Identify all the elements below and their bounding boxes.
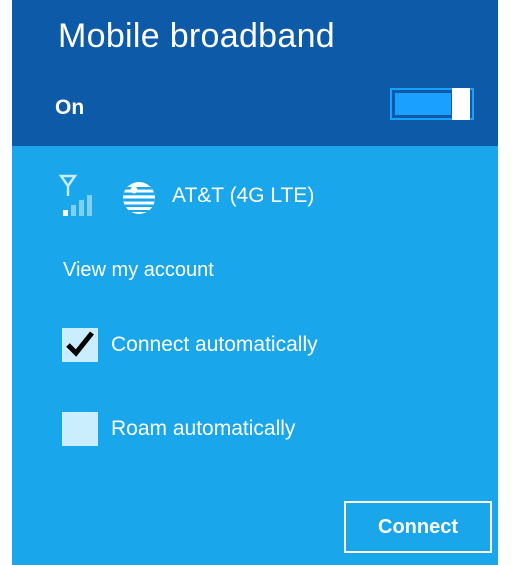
panel-title: Mobile broadband <box>58 17 335 55</box>
cellular-signal-icon <box>57 174 107 223</box>
view-my-account-link[interactable]: View my account <box>63 256 214 284</box>
panel-header: Mobile broadband On <box>12 0 498 146</box>
mobile-broadband-panel: Mobile broadband On AT&T (4G LTE) View m… <box>12 0 498 565</box>
roam-automatically-checkbox[interactable] <box>62 412 98 446</box>
signal-bar <box>87 195 92 216</box>
connect-automatically-checkbox[interactable] <box>62 328 98 362</box>
network-name: AT&T (4G LTE) <box>172 184 315 207</box>
att-globe-icon <box>120 180 158 221</box>
network-item[interactable]: AT&T (4G LTE) <box>57 172 417 218</box>
checkmark-icon <box>66 331 94 357</box>
signal-bar <box>71 205 76 216</box>
roam-automatically-option[interactable]: Roam automatically <box>62 412 422 448</box>
signal-bar <box>79 200 84 216</box>
signal-bar <box>63 210 68 216</box>
panel-body: AT&T (4G LTE) View my account Connect au… <box>12 146 498 565</box>
connect-automatically-option[interactable]: Connect automatically <box>62 328 422 364</box>
roam-automatically-label: Roam automatically <box>111 417 296 440</box>
toggle-thumb[interactable] <box>452 88 470 120</box>
connect-button[interactable]: Connect <box>344 501 492 553</box>
toggle-fill <box>395 93 451 115</box>
connect-automatically-label: Connect automatically <box>111 333 318 356</box>
toggle-state-label: On <box>55 96 85 119</box>
mobile-broadband-toggle[interactable] <box>390 88 474 120</box>
